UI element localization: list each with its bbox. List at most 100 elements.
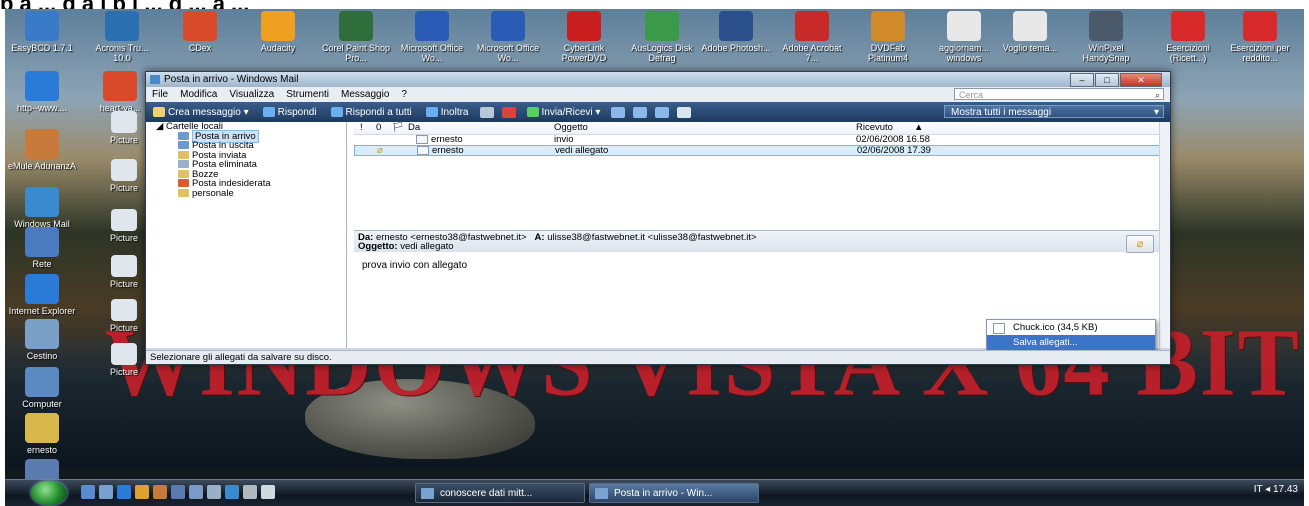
ie-quicklaunch-icon[interactable] xyxy=(117,485,131,499)
reply-all-button[interactable]: Rispondi a tutti xyxy=(324,107,419,118)
col-from[interactable]: Da xyxy=(408,122,420,134)
desktop-icon[interactable]: AusLogics Disk Defrag xyxy=(627,11,697,63)
search-icon[interactable]: ⌕ xyxy=(1155,89,1160,101)
image-file-icon xyxy=(111,111,137,133)
message-from: ernesto xyxy=(431,134,463,146)
desktop-icon[interactable]: Acronis Tru... 10.0 xyxy=(87,11,157,63)
col-received[interactable]: Ricevuto xyxy=(856,122,893,134)
system-tray[interactable]: IT ◂ 17.43 xyxy=(1254,484,1298,495)
desktop-icon-label: Microsoft Office Wo... xyxy=(476,43,540,63)
desktop-icon[interactable]: Adobe Photosh... xyxy=(701,11,771,53)
desktop-icon[interactable]: Audacity xyxy=(243,11,313,53)
folder-item[interactable]: personale xyxy=(146,188,346,199)
to-value[interactable]: ulisse38@fastwebnet.it <ulisse38@fastweb… xyxy=(547,232,756,243)
col-watch[interactable]: 🏳 xyxy=(392,122,404,134)
minimize-button[interactable]: – xyxy=(1070,73,1094,87)
mail-quicklaunch-icon[interactable] xyxy=(225,485,239,499)
defrag-icon xyxy=(645,11,679,41)
desktop-icon[interactable]: http--www.... xyxy=(7,71,77,113)
quicklaunch-icon-4[interactable] xyxy=(207,485,221,499)
desktop-icon[interactable]: Voglio tema... xyxy=(995,11,1065,53)
desktop-icon[interactable]: Microsoft Office Wo... xyxy=(473,11,543,63)
desktop-icon[interactable]: ernesto xyxy=(7,413,77,455)
search-input[interactable]: Cerca ⌕ xyxy=(954,88,1164,100)
desktop-icon[interactable]: Corel Paint Shop Pro... xyxy=(321,11,391,63)
file-icon xyxy=(993,323,1005,334)
quicklaunch-icon-6[interactable] xyxy=(261,485,275,499)
attachment-file-item[interactable]: Chuck.ico (34,5 KB) xyxy=(987,320,1155,335)
desktop-icon[interactable]: EasyBCD 1.7.1 xyxy=(7,11,77,53)
delete-icon[interactable] xyxy=(501,106,516,118)
col-subject[interactable]: Oggetto xyxy=(554,122,588,134)
desktop-icon[interactable]: CyberLink PowerDVD xyxy=(549,11,619,63)
menu-messaggio[interactable]: Messaggio xyxy=(335,87,395,102)
calendar-icon[interactable] xyxy=(633,106,648,118)
close-button[interactable]: ✕ xyxy=(1120,73,1162,87)
expand-arrow-icon[interactable]: ◢ xyxy=(156,121,163,132)
desktop-icon[interactable]: Internet Explorer xyxy=(7,274,77,316)
desktop-icon[interactable]: WinPixel HandySnap xyxy=(1071,11,1141,63)
start-button[interactable] xyxy=(31,481,67,505)
quicklaunch-icon-5[interactable] xyxy=(243,485,257,499)
addresses-icon[interactable] xyxy=(611,106,626,118)
folder-item[interactable]: Posta in uscita xyxy=(146,141,346,151)
desktop-icon[interactable]: Microsoft Office Wo... xyxy=(397,11,467,63)
attachment-button[interactable]: ⌀ xyxy=(1126,235,1154,253)
folder-pane: ◢ Cartelle locali Posta in arrivo Posta i… xyxy=(146,122,347,348)
print-icon[interactable] xyxy=(479,106,494,118)
window-titlebar[interactable]: Posta in arrivo - Windows Mail – □ ✕ xyxy=(146,72,1170,87)
new-message-button[interactable]: Crea messaggio ▾ xyxy=(146,107,256,118)
folder-item[interactable]: Posta indesiderata xyxy=(146,179,346,189)
taskbar-button-conoscere[interactable]: conoscere dati mitt... xyxy=(415,483,585,503)
menu-help[interactable]: ? xyxy=(395,87,413,102)
desktop-icon[interactable]: CDex xyxy=(165,11,235,53)
new-message-icon xyxy=(153,107,165,117)
message-row[interactable]: ⌀ ernesto vedi allegato 02/06/2008 17.39 xyxy=(354,145,1160,156)
emule-quicklaunch-icon[interactable] xyxy=(153,485,167,499)
desktop-icon[interactable]: Computer xyxy=(7,367,77,409)
col-priority[interactable]: ! xyxy=(360,122,363,134)
quicklaunch-icon-3[interactable] xyxy=(189,485,203,499)
show-desktop-icon[interactable] xyxy=(81,485,95,499)
desktop-icon[interactable]: Esercizioni (Ricett...) xyxy=(1153,11,1223,63)
acrobat-icon xyxy=(795,11,829,41)
save-attachments-item[interactable]: Salva allegati... xyxy=(987,335,1155,350)
word-icon xyxy=(415,11,449,41)
desktop-icon[interactable]: Esercizioni per reddito... xyxy=(1225,11,1295,63)
image-file-icon xyxy=(111,255,137,277)
menu-modifica[interactable]: Modifica xyxy=(174,87,223,102)
folder-item[interactable]: Posta eliminata xyxy=(146,160,346,170)
taskbar-button-label: conoscere dati mitt... xyxy=(440,488,533,499)
corel-icon xyxy=(339,11,373,41)
send-receive-button[interactable]: Invia/Ricevi ▾ xyxy=(520,107,608,118)
window-scrollbar[interactable] xyxy=(1159,122,1170,348)
col-attachment[interactable]: 0 xyxy=(376,122,381,134)
desktop-icon[interactable]: Windows Mail xyxy=(7,187,77,229)
desktop-icon[interactable]: Rete xyxy=(7,227,77,269)
taskbar-button-mail[interactable]: Posta in arrivo - Win... xyxy=(589,483,759,503)
forward-button[interactable]: Inoltra xyxy=(419,107,476,118)
desktop-icon[interactable]: Adobe Acrobat 7... xyxy=(777,11,847,63)
reply-label: Rispondi xyxy=(277,106,317,118)
message-row[interactable]: ernesto invio 02/06/2008 16.58 xyxy=(354,135,1160,145)
desktop-icon[interactable]: Cestino xyxy=(7,319,77,361)
switch-windows-icon[interactable] xyxy=(99,485,113,499)
quicklaunch-icon[interactable] xyxy=(135,485,149,499)
search-placeholder: Cerca xyxy=(959,90,984,100)
folder-icon xyxy=(178,188,189,197)
contacts-icon[interactable] xyxy=(655,106,670,118)
heart-icon xyxy=(103,71,137,101)
desktop-icon[interactable]: eMule AdunanzA xyxy=(7,129,77,171)
quicklaunch-icon-2[interactable] xyxy=(171,485,185,499)
menu-visualizza[interactable]: Visualizza xyxy=(223,87,280,102)
layout-icon[interactable] xyxy=(677,106,692,118)
maximize-button[interactable]: □ xyxy=(1095,73,1119,87)
taskbar: conoscere dati mitt... Posta in arrivo -… xyxy=(5,479,1304,506)
menu-file[interactable]: File xyxy=(146,87,174,102)
reply-button[interactable]: Rispondi xyxy=(256,107,324,118)
desktop-icon[interactable]: DVDFab Platinum4 xyxy=(853,11,923,63)
desktop-icon[interactable]: aggiornam... windows xyxy=(929,11,999,63)
view-select[interactable]: Mostra tutti i messaggi ▾ xyxy=(944,105,1164,118)
attachment-icon: ⌀ xyxy=(377,145,383,156)
menu-strumenti[interactable]: Strumenti xyxy=(280,87,335,102)
